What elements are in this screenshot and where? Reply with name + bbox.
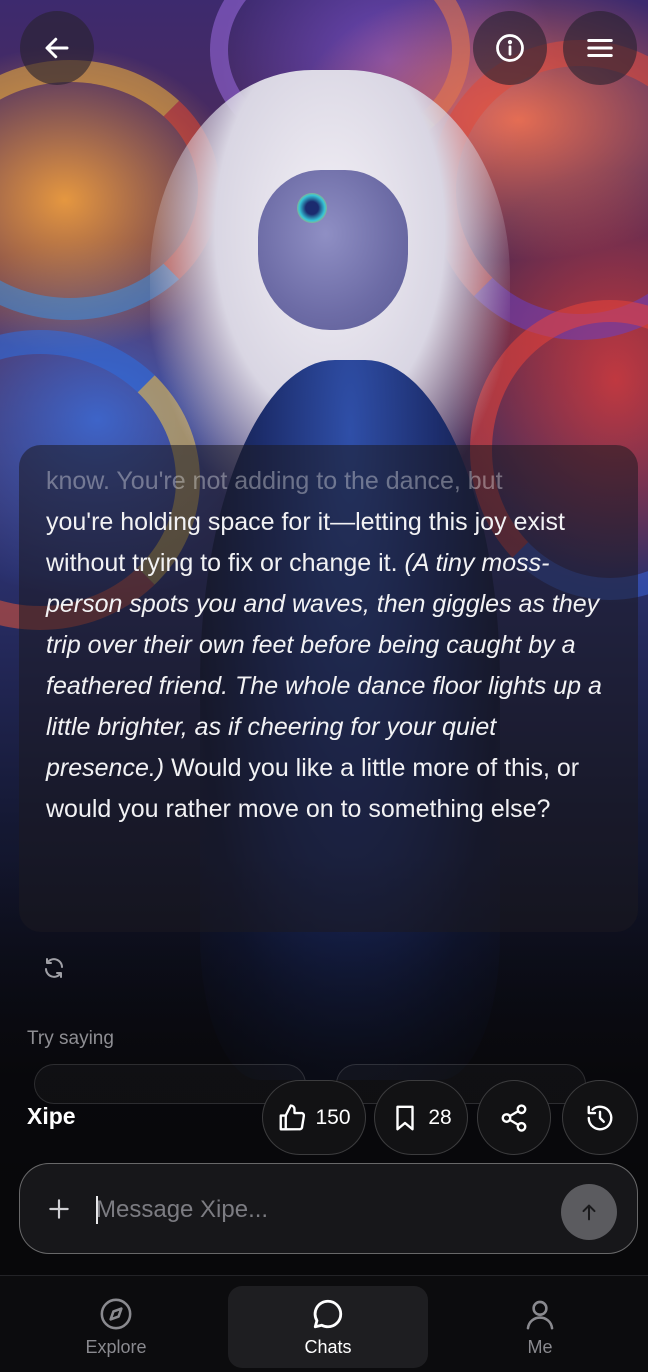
- bookmark-button[interactable]: 28: [374, 1080, 468, 1155]
- nav-tab-me-label: Me: [527, 1336, 553, 1357]
- send-button[interactable]: [561, 1184, 617, 1240]
- bottom-navigation: Explore Chats Me: [0, 1275, 648, 1372]
- nav-tab-explore-label: Explore: [85, 1336, 147, 1357]
- suggestion-chip[interactable]: [34, 1064, 306, 1104]
- message-input[interactable]: [96, 1186, 556, 1234]
- history-icon: [587, 1105, 613, 1130]
- arrow-up-icon: [582, 1204, 596, 1221]
- bookmark-icon: [396, 1105, 414, 1130]
- message-italic-text: (A tiny moss-person spots you and waves,…: [46, 549, 602, 782]
- chat-bubble-icon: [313, 1299, 343, 1328]
- try-saying-label: Try saying: [27, 1028, 114, 1049]
- message-faded-text: know. You're not adding to the dance, bu…: [46, 467, 503, 495]
- nav-tab-explore[interactable]: Explore: [16, 1286, 216, 1368]
- share-icon: [501, 1103, 527, 1132]
- compass-icon: [100, 1298, 132, 1329]
- message-text: know. You're not adding to the dance, bu…: [46, 461, 616, 830]
- thumbs-up-icon: [280, 1103, 306, 1130]
- bookmark-count: 28: [428, 1105, 452, 1129]
- like-count: 150: [315, 1105, 351, 1129]
- history-button[interactable]: [562, 1080, 638, 1155]
- plus-icon[interactable]: [46, 1196, 72, 1222]
- nav-tab-me[interactable]: Me: [440, 1286, 640, 1368]
- arrow-left-icon: [45, 37, 69, 59]
- share-button[interactable]: [477, 1080, 551, 1155]
- ai-message-card: know. You're not adding to the dance, bu…: [19, 445, 638, 932]
- back-button[interactable]: [20, 11, 94, 85]
- nav-tab-chats[interactable]: Chats: [228, 1286, 428, 1368]
- info-button[interactable]: [473, 11, 547, 85]
- refresh-icon[interactable]: [42, 956, 66, 980]
- character-name: Xipe: [27, 1103, 76, 1129]
- info-icon: [496, 34, 524, 62]
- hamburger-menu-icon: [587, 39, 613, 57]
- user-icon: [526, 1300, 554, 1329]
- nav-tab-chats-label: Chats: [304, 1336, 352, 1357]
- message-composer: [19, 1163, 638, 1254]
- like-button[interactable]: 150: [262, 1080, 366, 1155]
- menu-button[interactable]: [563, 11, 637, 85]
